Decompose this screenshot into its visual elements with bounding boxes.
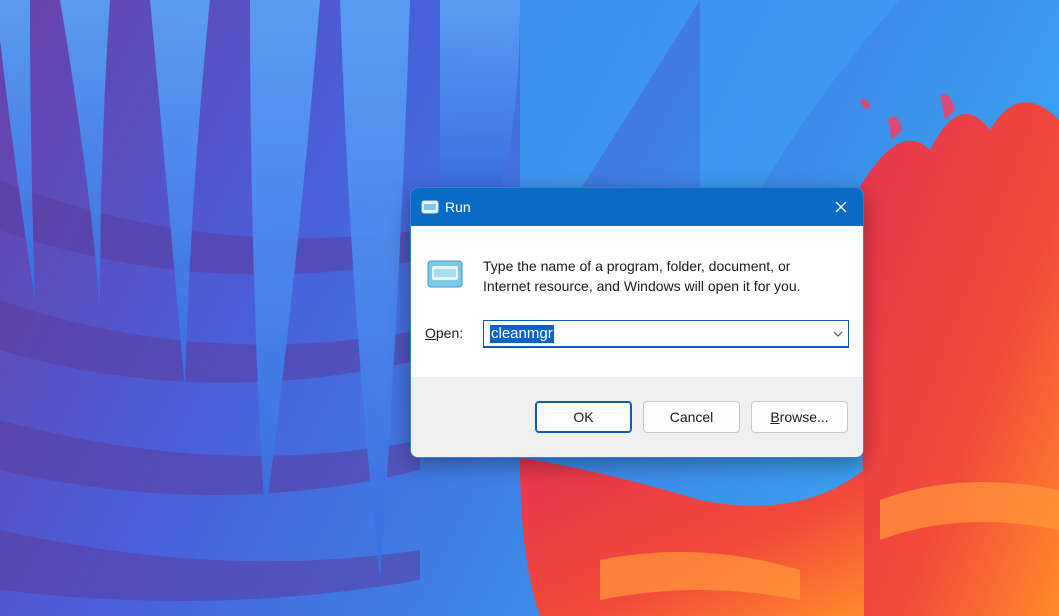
browse-button[interactable]: Browse... <box>751 401 848 433</box>
open-label-rest: pen: <box>435 325 464 341</box>
title-bar[interactable]: Run <box>411 188 863 226</box>
cancel-button[interactable]: Cancel <box>643 401 740 433</box>
dialog-content: Type the name of a program, folder, docu… <box>411 226 863 377</box>
open-combobox[interactable]: cleanmgr <box>483 320 849 348</box>
browse-accelerator: B <box>770 409 780 425</box>
run-app-icon <box>421 200 439 214</box>
button-bar: OK Cancel Browse... <box>411 377 863 457</box>
close-button[interactable] <box>819 188 863 226</box>
open-label: Open: <box>425 325 463 341</box>
run-dialog: Run Type the name of a program, folder, … <box>410 187 864 458</box>
run-app-icon <box>427 260 463 288</box>
browse-label-rest: rowse... <box>779 409 829 425</box>
instruction-text: Type the name of a program, folder, docu… <box>483 256 843 296</box>
open-input-value[interactable]: cleanmgr <box>490 325 554 343</box>
window-title: Run <box>445 199 471 215</box>
close-icon <box>835 201 847 213</box>
open-label-accelerator: O <box>425 325 436 341</box>
chevron-down-icon[interactable] <box>832 328 844 340</box>
instruction-line-1: Type the name of a program, folder, docu… <box>483 258 791 274</box>
instruction-line-2: Internet resource, and Windows will open… <box>483 278 801 294</box>
ok-button[interactable]: OK <box>535 401 632 433</box>
